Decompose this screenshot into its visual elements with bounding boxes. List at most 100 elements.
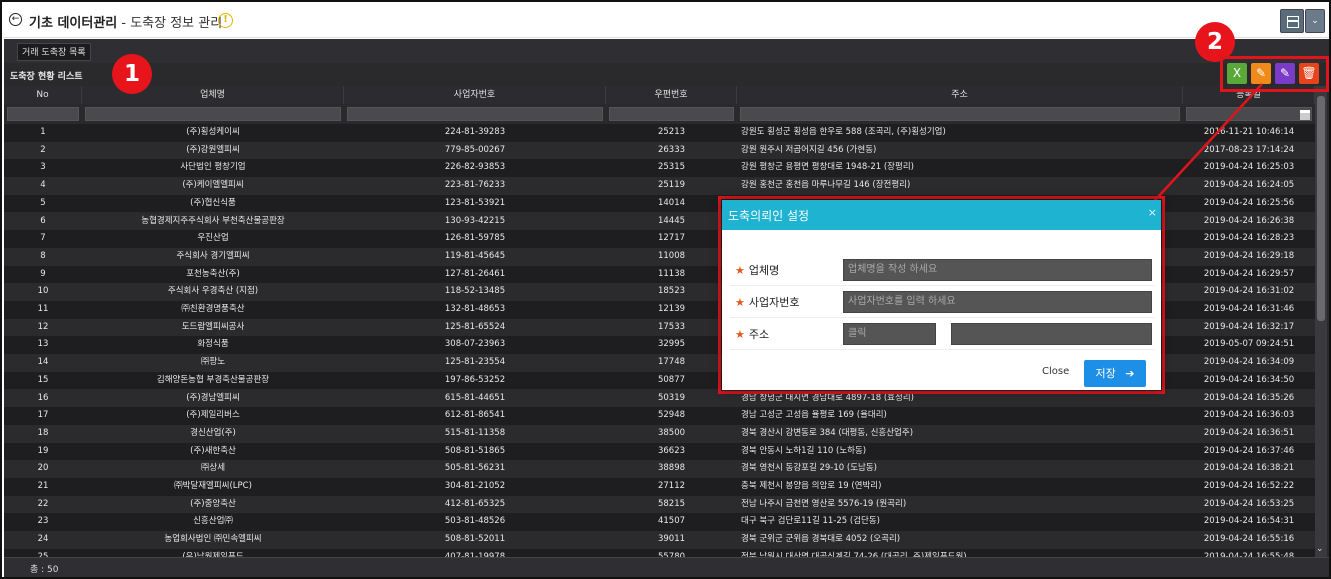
cell-registered-date: 2019-04-24 16:53:25 <box>1203 498 1295 509</box>
calendar-icon[interactable] <box>1300 110 1310 120</box>
table-row[interactable]: 4 (주)케이엘엘피씨 223-81-76233 25119 강원 홍천군 홍천읍 마루… <box>4 177 1315 195</box>
field-row-address: ★ 주소 클릭 <box>730 318 1155 350</box>
edit-box-icon: ✎ <box>1279 66 1291 80</box>
excel-export-button[interactable]: X <box>1227 63 1247 84</box>
warning-icon[interactable]: ! <box>218 13 233 28</box>
back-icon[interactable]: ← <box>9 13 22 26</box>
cell-company-name: 주식회사 경기엘피씨 <box>176 250 250 261</box>
cell-business-number: 615-81-44651 <box>444 392 506 403</box>
close-icon[interactable]: × <box>1148 206 1157 219</box>
cell-company-name: 도드람엘피씨공사 <box>181 321 245 332</box>
address-label-text: 주소 <box>748 328 770 341</box>
table-row[interactable]: 23 신흥산업㈜ 503-81-48526 41507 대구 북구 검단로11길 11-… <box>4 513 1315 532</box>
save-label: 저장 <box>1095 367 1116 380</box>
cell-registered-date: 2019-05-07 09:24:51 <box>1203 339 1295 350</box>
cell-business-number: 779-85-00267 <box>444 144 506 155</box>
table-row[interactable]: 21 ㈜박달재엘피씨(LPC) 304-81-21052 27112 충북 제천시 봉양… <box>4 478 1315 496</box>
arrow-right-icon: ➔ <box>1125 367 1135 380</box>
cell-registered-date: 2019-04-24 16:28:23 <box>1203 233 1295 244</box>
table-row[interactable]: 24 농업회사법인 ㈜민속엘피씨 508-81-52011 39011 경북 군위군 군… <box>4 531 1315 549</box>
cell-business-number: 132-81-48653 <box>444 304 506 314</box>
annotation-connector <box>1145 83 1263 211</box>
cell-no: 19 <box>37 445 49 456</box>
cell-registered-date: 2019-04-24 16:29:18 <box>1203 250 1295 261</box>
cell-company-name: 경신산업(주) <box>190 427 236 438</box>
cell-registered-date: 2019-04-24 16:36:51 <box>1203 427 1295 438</box>
table-row[interactable]: 25 (유)남원제일푸드 407-81-19978 55780 전북 남원시 대산면 대… <box>4 548 1315 557</box>
page-header: ← 기초 데이터관리 - 도축장 정보 관리 ! ⌄ <box>4 4 1329 38</box>
address-input[interactable] <box>951 323 1152 345</box>
delete-button[interactable]: 🗑 <box>1299 63 1319 84</box>
cell-company-name: (주)경남엘피씨 <box>186 392 240 403</box>
list-title: 도축장 현황 리스트 <box>10 72 83 82</box>
close-button[interactable]: Close <box>1042 366 1069 377</box>
cell-address: 대구 북구 검단로11길 11-25 (검단동) <box>741 516 880 527</box>
table-row[interactable]: 2 (주)강원엘피씨 779-85-00267 26333 강원 원주시 저곱어지길 4… <box>4 141 1315 160</box>
filter-input-company-name[interactable] <box>85 107 341 121</box>
cell-business-number: 304-81-21052 <box>444 481 506 491</box>
cell-no: 2 <box>40 144 46 155</box>
cell-registered-date: 2019-04-24 16:55:16 <box>1203 534 1295 545</box>
save-button[interactable]: 저장 ➔ <box>1084 360 1146 387</box>
column-header-business-number[interactable]: 사업자번호 <box>344 86 606 104</box>
filter-row <box>4 104 1315 124</box>
zipcode-input[interactable]: 클릭 <box>843 323 936 345</box>
cell-zipcode: 39011 <box>657 534 686 545</box>
cell-zipcode: 26333 <box>657 144 686 155</box>
cell-address: 전북 남원시 대산면 대곡신계길 74-26 (대곡리, 주)제일푸드원) <box>741 551 967 557</box>
business-number-input[interactable]: 사업자번호를 입력 하세요 <box>843 291 1152 313</box>
cell-no: 12 <box>37 321 49 332</box>
vertical-scrollbar[interactable]: ⌄ <box>1315 86 1327 557</box>
cell-no: 13 <box>37 339 49 350</box>
modify-button[interactable]: ✎ <box>1275 63 1295 84</box>
filter-input-business-number[interactable] <box>347 107 603 121</box>
cell-no: 22 <box>37 498 49 509</box>
cell-business-number: 412-81-65325 <box>444 498 506 509</box>
scrollbar-thumb[interactable] <box>1317 96 1325 321</box>
page-title: 기초 데이터관리 - 도축장 정보 관리 <box>29 12 222 31</box>
cell-business-number: 224-81-39283 <box>444 127 506 137</box>
cell-business-number: 508-81-52011 <box>444 534 506 545</box>
scroll-down-icon[interactable]: ⌄ <box>1316 544 1324 554</box>
cell-company-name: ㈜박달재엘피씨(LPC) <box>174 481 252 491</box>
cell-company-name: 농협경제지주주식회사 부천축산물공판장 <box>141 215 285 226</box>
filter-input-address[interactable] <box>740 107 1180 121</box>
cell-no: 14 <box>37 357 49 368</box>
company-label-text: 업체명 <box>748 264 780 277</box>
chevron-down-icon[interactable]: ⌄ <box>1305 9 1325 33</box>
company-name-input[interactable]: 업체명을 작성 하세요 <box>843 259 1152 281</box>
cell-address: 경북 경산시 강변동로 384 (대평동, 신흥산업주) <box>741 427 914 438</box>
cell-company-name: 신흥산업㈜ <box>193 516 233 527</box>
table-row[interactable]: 3 사단법인 평창기업 226-82-93853 25315 강원 평창군 용평면 평창… <box>4 159 1315 178</box>
column-header-zipcode[interactable]: 우편번호 <box>606 86 737 104</box>
table-row[interactable]: 18 경신산업(주) 515-81-11358 38500 경북 경산시 강변동로 38… <box>4 424 1315 443</box>
table-row[interactable]: 17 (주)제일리버스 612-81-86541 52948 경남 고성군 고성읍 율평… <box>4 407 1315 425</box>
cell-company-name: 농업회사법인 ㈜민속엘피씨 <box>164 534 262 545</box>
cell-registered-date: 2019-04-24 16:31:02 <box>1203 286 1295 297</box>
cell-address: 경북 군위군 군위읍 경북대로 4052 (오곡리) <box>741 534 901 545</box>
cell-registered-date: 2019-04-24 16:38:21 <box>1203 463 1295 474</box>
cell-company-name: 김해양돈농협 부경축산물공판장 <box>156 374 270 385</box>
table-row[interactable]: 22 (주)중앙축산 412-81-65325 58215 전남 나주시 금천면 영산로… <box>4 495 1315 514</box>
table-row[interactable]: 1 (주)횡성케이씨 224-81-39283 25213 강원도 횡성군 횡성읍 한우… <box>4 124 1315 142</box>
edit-button[interactable]: ✎ <box>1251 63 1271 84</box>
cell-zipcode: 25119 <box>657 180 686 191</box>
cell-registered-date: 2019-04-24 16:54:31 <box>1203 516 1295 527</box>
annotation-badge-1: 1 <box>112 54 152 94</box>
column-header-no[interactable]: No <box>4 86 82 104</box>
grid-view-icon[interactable] <box>1280 9 1304 33</box>
filter-input-zipcode[interactable] <box>609 107 734 121</box>
address-label: ★ 주소 <box>735 328 770 341</box>
table-row[interactable]: 20 ㈜상세 505-81-56231 38898 경북 영천시 동강포길 29-10 … <box>4 460 1315 478</box>
cell-zipcode: 38898 <box>657 463 686 474</box>
company-label: ★ 업체명 <box>735 264 780 277</box>
table-row[interactable]: 19 (주)새한축산 508-81-51865 36623 경북 안동시 노하1길 11… <box>4 442 1315 461</box>
filter-input-no[interactable] <box>7 107 79 121</box>
column-header-address[interactable]: 주소 <box>737 86 1183 104</box>
title-text: 기초 데이터관리 <box>29 16 118 31</box>
tab-slaughterhouse-list[interactable]: 거래 도축장 목록 <box>17 43 91 61</box>
cell-no: 23 <box>37 516 49 527</box>
cell-zipcode: 58215 <box>657 498 686 509</box>
cell-address: 강원도 횡성군 횡성읍 한우로 588 (조곡리, (주)횡성기업) <box>741 127 946 137</box>
cell-address: 강원 홍천군 홍천읍 마루나무길 146 (장전평리) <box>741 180 911 191</box>
